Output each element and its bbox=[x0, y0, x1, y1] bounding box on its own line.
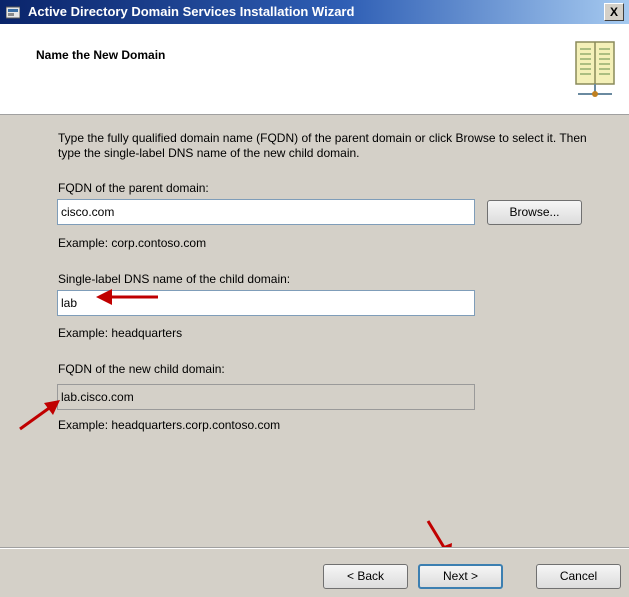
child-domain-example: Example: headquarters bbox=[58, 326, 183, 340]
wizard-app-icon bbox=[6, 6, 20, 19]
parent-domain-input[interactable] bbox=[57, 199, 475, 225]
wizard-content: Type the fully qualified domain name (FQ… bbox=[0, 115, 629, 547]
cancel-button[interactable]: Cancel bbox=[536, 564, 621, 589]
new-child-domain-example: Example: headquarters.corp.contoso.com bbox=[58, 418, 281, 432]
new-child-domain-label: FQDN of the new child domain: bbox=[58, 362, 225, 376]
instructions-text: Type the fully qualified domain name (FQ… bbox=[58, 131, 587, 160]
window-title: Active Directory Domain Services Install… bbox=[28, 4, 355, 19]
annotation-arrow-icon bbox=[19, 400, 60, 431]
directory-book-icon bbox=[575, 41, 615, 97]
wizard-header: Name the New Domain bbox=[0, 24, 629, 115]
parent-domain-example: Example: corp.contoso.com bbox=[58, 236, 207, 250]
close-button[interactable]: X bbox=[604, 3, 624, 21]
new-child-domain-field bbox=[57, 384, 475, 410]
page-title: Name the New Domain bbox=[36, 48, 166, 62]
wizard-footer: < Back Next > Cancel bbox=[0, 549, 629, 597]
next-button[interactable]: Next > bbox=[418, 564, 503, 589]
child-domain-label: Single-label DNS name of the child domai… bbox=[58, 272, 291, 286]
back-button[interactable]: < Back bbox=[323, 564, 408, 589]
title-bar[interactable]: Active Directory Domain Services Install… bbox=[0, 0, 629, 24]
browse-button[interactable]: Browse... bbox=[487, 200, 582, 225]
annotation-arrow-icon bbox=[96, 289, 158, 305]
parent-domain-label: FQDN of the parent domain: bbox=[58, 181, 209, 195]
close-icon: X bbox=[609, 5, 618, 19]
